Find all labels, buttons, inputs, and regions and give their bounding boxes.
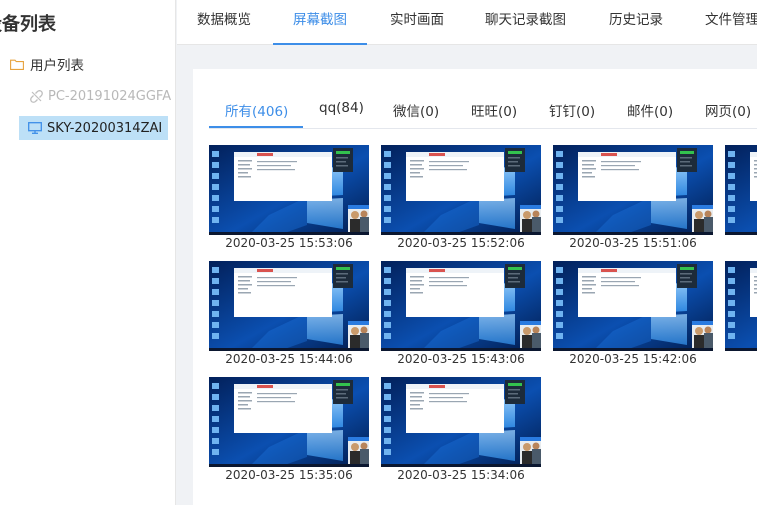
screenshot-timestamp: 2020-03-25 15:43:06	[397, 352, 525, 366]
subtab-dingtalk[interactable]: 钉钉(0)	[549, 100, 595, 120]
desktop-preview-image	[381, 145, 541, 235]
screenshot-thumbnail[interactable]	[209, 145, 369, 235]
subtab-web[interactable]: 网页(0)	[705, 100, 751, 120]
folder-icon	[10, 59, 24, 70]
desktop-preview-image	[553, 145, 713, 235]
screenshot-timestamp: 2020-03-25 15:44:06	[225, 352, 353, 366]
tab-file-manager[interactable]: 文件管理	[705, 0, 757, 45]
subtab-all[interactable]: 所有(406)	[225, 100, 288, 120]
screenshot-timestamp: 2020-03-25 15:53:06	[225, 236, 353, 250]
desktop-preview-image	[209, 145, 369, 235]
subtab-wechat[interactable]: 微信(0)	[393, 100, 439, 120]
screenshot-thumbnail-partial[interactable]	[725, 145, 757, 235]
tab-live-view[interactable]: 实时画面	[390, 0, 444, 45]
top-nav: 数据概览 屏幕截图 实时画面 聊天记录截图 历史记录 文件管理	[177, 0, 757, 45]
tree-root-user-list[interactable]: 用户列表	[10, 54, 84, 74]
desktop-preview-image	[209, 377, 369, 467]
disconnected-link-icon	[30, 89, 43, 103]
tab-screenshots[interactable]: 屏幕截图	[273, 0, 367, 45]
tree-root-label: 用户列表	[30, 58, 84, 74]
screenshot-timestamp: 2020-03-25 15:35:06	[225, 468, 353, 482]
screenshot-timestamp: 2020-03-25 15:42:06	[569, 352, 697, 366]
screenshot-thumbnail[interactable]	[553, 261, 713, 351]
screenshot-thumbnail[interactable]	[209, 377, 369, 467]
desktop-preview-image	[553, 261, 713, 351]
subtab-email[interactable]: 邮件(0)	[627, 100, 673, 120]
active-tab-underline	[209, 126, 303, 128]
screenshot-timestamp: 2020-03-25 15:34:06	[397, 468, 525, 482]
screenshot-timestamp: 2020-03-25 15:52:06	[397, 236, 525, 250]
screenshot-timestamp: 2020-03-25 15:51:06	[569, 236, 697, 250]
desktop-preview-image	[209, 261, 369, 351]
screenshot-thumbnail[interactable]	[209, 261, 369, 351]
tab-history[interactable]: 历史记录	[609, 0, 663, 45]
monitor-icon	[28, 122, 42, 134]
device-item-offline[interactable]: PC-20191024GGFA	[30, 84, 171, 108]
device-item-online[interactable]: SKY-20200314ZAI	[19, 116, 168, 140]
tab-data-overview[interactable]: 数据概览	[197, 0, 251, 45]
screenshot-thumbnail[interactable]	[553, 145, 713, 235]
subtab-wangwang[interactable]: 旺旺(0)	[471, 100, 517, 120]
desktop-preview-image	[725, 261, 757, 351]
device-name: PC-20191024GGFA	[48, 88, 172, 104]
sidebar-title: 设备列表	[0, 14, 56, 35]
desktop-preview-image	[381, 261, 541, 351]
screenshot-thumbnail[interactable]	[381, 377, 541, 467]
screenshot-thumbnail[interactable]	[381, 145, 541, 235]
tab-chat-screenshots[interactable]: 聊天记录截图	[485, 0, 566, 45]
screenshot-thumbnail[interactable]	[381, 261, 541, 351]
subtab-qq[interactable]: qq(84)	[319, 100, 364, 116]
device-sidebar: 设备列表 用户列表 PC-20191024GGFA SKY-20200314ZA…	[0, 0, 176, 505]
category-tabs: 所有(406) qq(84) 微信(0) 旺旺(0) 钉钉(0) 邮件(0) 网…	[209, 69, 757, 129]
desktop-preview-image	[381, 377, 541, 467]
screenshot-thumbnail-partial[interactable]	[725, 261, 757, 351]
desktop-preview-image	[725, 145, 757, 235]
device-name: SKY-20200314ZAI	[47, 120, 163, 136]
